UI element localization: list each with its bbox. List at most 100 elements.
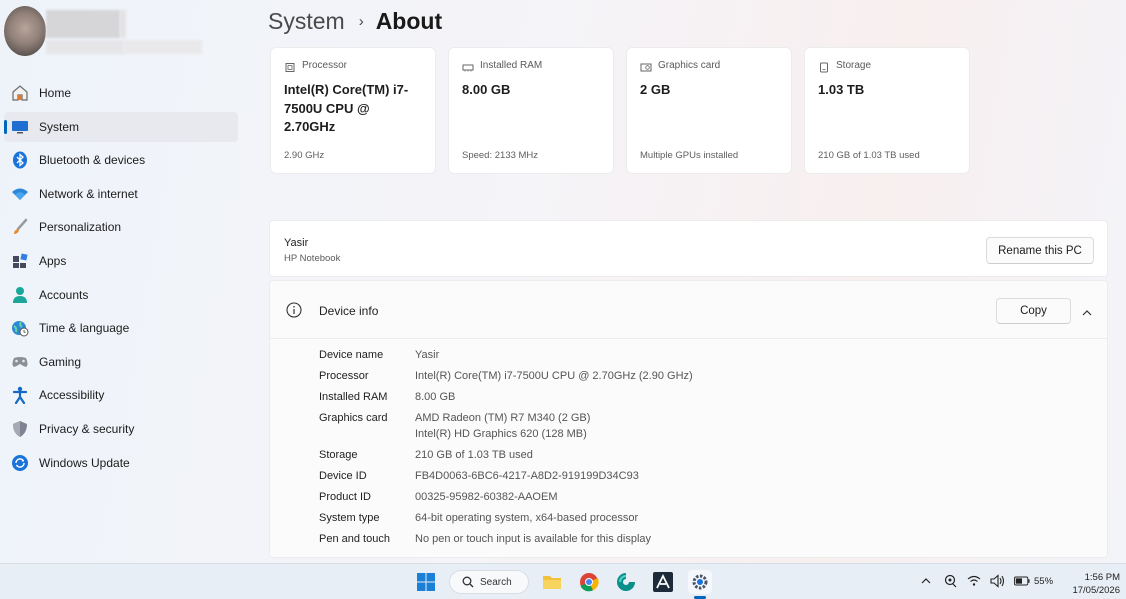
sidebar-item-privacy-security[interactable]: Privacy & security [4, 414, 238, 444]
sidebar-item-label: Accessibility [39, 388, 105, 403]
card-value: Intel(R) Core(TM) i7-7500U CPU @ 2.70GHz [284, 82, 409, 134]
search-label: Search [480, 576, 512, 588]
info-icon [286, 302, 302, 318]
spec-value: 64-bit operating system, x64-based proce… [415, 512, 639, 524]
taskbar-search[interactable]: Search [449, 570, 529, 594]
person-icon [10, 285, 30, 305]
gamepad-icon [10, 352, 30, 372]
sidebar-item-windows-update[interactable]: Windows Update [4, 448, 238, 478]
spec-label: Device ID [319, 470, 367, 482]
chevron-up-icon[interactable] [918, 573, 934, 589]
sidebar-item-network[interactable]: Network & internet [4, 179, 238, 209]
user-email-redacted [46, 40, 124, 54]
sidebar-item-label: Accounts [39, 287, 89, 302]
user-name-redacted [46, 10, 120, 38]
apps-icon [10, 251, 30, 271]
volume-icon[interactable] [990, 573, 1006, 589]
ram-icon [462, 60, 474, 72]
sidebar-item-apps[interactable]: Apps [4, 246, 238, 276]
user-profile[interactable] [4, 6, 244, 64]
spec-value: FB4D0063-6BC6-4217-A8D2-919199D34C93 [415, 470, 639, 482]
edge-dev-icon[interactable] [614, 570, 638, 594]
spec-value: 8.00 GB [415, 391, 456, 403]
settings-window: Home System Bluetooth & devices Network … [0, 0, 1126, 563]
windows-start-icon[interactable] [414, 570, 438, 594]
settings-icon[interactable] [688, 570, 712, 594]
card-subtext: Multiple GPUs installed [640, 150, 739, 161]
globe-clock-icon [10, 318, 30, 338]
brush-icon [10, 217, 30, 237]
card-title: Storage [836, 60, 872, 71]
sidebar-item-accessibility[interactable]: Accessibility [4, 380, 238, 410]
wifi-icon [10, 184, 30, 204]
sidebar-item-label: Gaming [39, 354, 82, 369]
spec-value: 210 GB of 1.03 TB used [415, 449, 533, 461]
search-icon [462, 576, 474, 588]
home-icon [10, 83, 30, 103]
sidebar-item-label: Personalization [39, 220, 122, 235]
pc-name-panel: Yasir HP Notebook Rename this PC [269, 220, 1108, 277]
chrome-icon[interactable] [577, 570, 601, 594]
wifi-icon[interactable] [966, 573, 982, 589]
location-icon[interactable] [942, 573, 958, 589]
spec-label: Installed RAM [319, 391, 388, 403]
spec-label: Storage [319, 449, 358, 461]
spec-label: Graphics card [319, 412, 388, 424]
battery-icon[interactable] [1014, 573, 1030, 589]
storage-icon [818, 60, 830, 73]
copy-button[interactable]: Copy [996, 298, 1071, 324]
bluetooth-icon [10, 150, 30, 170]
card-value: 2 GB [640, 82, 671, 97]
battery-percent: 55% [1034, 575, 1054, 587]
card-value: 8.00 GB [462, 82, 511, 97]
sidebar-item-label: Bluetooth & devices [39, 153, 146, 168]
sidebar-item-system[interactable]: System [4, 111, 238, 142]
graphics-card-icon [640, 60, 652, 72]
card-subtext: Speed: 2133 MHz [462, 150, 539, 161]
taskbar-clock[interactable]: 1:56 PM 17/05/2026 [1066, 572, 1120, 596]
sidebar-item-personalization[interactable]: Personalization [4, 212, 238, 242]
sidebar-item-gaming[interactable]: Gaming [4, 347, 238, 377]
sidebar-item-bluetooth[interactable]: Bluetooth & devices [4, 145, 238, 175]
sidebar-item-accounts[interactable]: Accounts [4, 280, 238, 310]
update-icon [10, 453, 30, 473]
device-info-header[interactable]: Device info Copy [270, 281, 1107, 339]
card-subtext: 210 GB of 1.03 TB used [818, 150, 920, 161]
device-info-title: Device info [319, 304, 379, 318]
rename-pc-button[interactable]: Rename this PC [986, 237, 1094, 264]
chevron-right-icon: › [358, 13, 364, 30]
sidebar-item-label: Apps [39, 253, 67, 268]
file-explorer-icon[interactable] [540, 570, 564, 594]
spec-label: Product ID [319, 491, 371, 503]
breadcrumb-parent[interactable]: System [268, 8, 345, 35]
clock-time: 1:56 PM [1084, 572, 1120, 583]
spec-label: Device name [319, 349, 384, 361]
sidebar-item-label: Privacy & security [39, 421, 135, 436]
sidebar-item-time-language[interactable]: Time & language [4, 313, 238, 343]
nav-list: Home System Bluetooth & devices Network … [0, 78, 245, 481]
sidebar-item-home[interactable]: Home [4, 78, 238, 108]
chevron-up-icon[interactable] [1081, 305, 1093, 316]
sidebar: Home System Bluetooth & devices Network … [0, 0, 245, 563]
spec-label: System type [319, 512, 380, 524]
storage-card: Storage 1.03 TB 210 GB of 1.03 TB used [804, 47, 970, 174]
taskbar: Search 55% 1:56 PM 17/05/2026 [0, 563, 1126, 599]
graphics-card: Graphics card 2 GB Multiple GPUs install… [626, 47, 792, 174]
system-tray: 55% [918, 573, 1053, 589]
sidebar-item-label: Time & language [39, 321, 130, 336]
spec-label: Pen and touch [319, 533, 390, 545]
processor-card: Processor Intel(R) Core(TM) i7-7500U CPU… [270, 47, 436, 174]
sidebar-item-label: Home [39, 86, 72, 100]
clock-date: 17/05/2026 [1072, 585, 1120, 596]
accessibility-icon [10, 385, 30, 405]
autocad-icon[interactable] [651, 570, 675, 594]
device-info-panel: Device info Copy Device name Yasir Proce… [269, 280, 1108, 558]
monitor-icon [10, 117, 30, 137]
sidebar-item-label: System [39, 119, 80, 134]
spec-label: Processor [319, 370, 369, 382]
spec-value: No pen or touch input is available for t… [415, 533, 652, 545]
processor-icon [284, 60, 296, 72]
card-title: Installed RAM [480, 60, 543, 71]
pc-name: Yasir [284, 237, 309, 249]
card-title: Graphics card [658, 60, 721, 71]
